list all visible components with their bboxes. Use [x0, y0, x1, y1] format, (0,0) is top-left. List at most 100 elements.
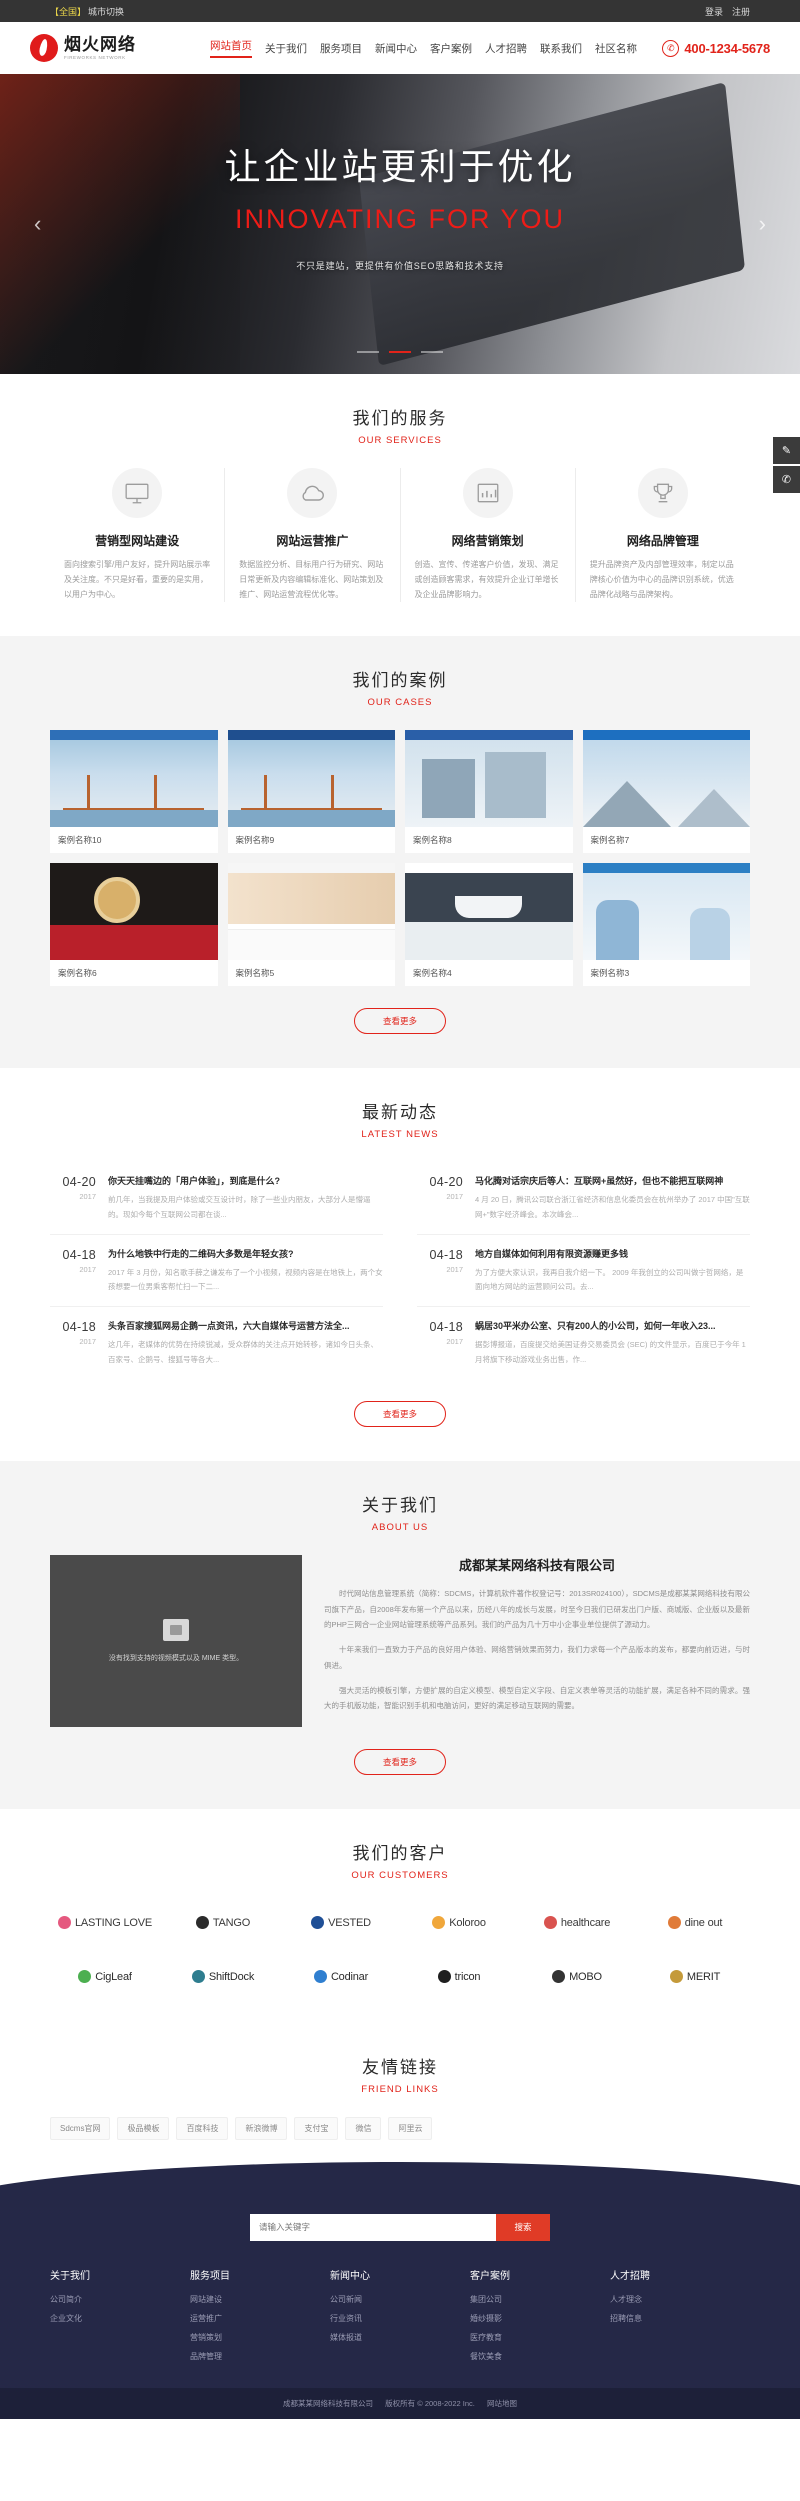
customer-name: TANGO	[212, 1916, 251, 1929]
carousel-dot[interactable]	[356, 351, 379, 353]
nav-item-3[interactable]: 新闻中心	[375, 41, 417, 56]
login-link[interactable]: 登录	[705, 5, 723, 18]
news-item[interactable]: 04-20 2017 你天天挂嘴边的「用户体验」，到底是什么? 前几年，当我提及用户体…	[50, 1162, 383, 1235]
carousel-dot[interactable]	[421, 351, 444, 353]
news-title[interactable]: 你天天挂嘴边的「用户体验」，到底是什么?	[108, 1174, 383, 1187]
news-year: 2017	[446, 1192, 463, 1202]
case-card-4[interactable]: 案例名称6	[50, 863, 218, 987]
news-item[interactable]: 04-20 2017 马化腾对话宗庆后等人：互联网+虽然好，但也不能把互联网神 4 月…	[417, 1162, 750, 1235]
news-more-button[interactable]: 查看更多	[354, 1400, 446, 1427]
footer-link[interactable]: 餐饮美食	[470, 2351, 610, 2362]
friend-link-4[interactable]: 支付宝	[294, 2116, 339, 2140]
nav-item-7[interactable]: 社区名称	[595, 41, 637, 56]
case-card-6[interactable]: 案例名称4	[405, 863, 573, 987]
search-input[interactable]	[250, 2213, 496, 2241]
footer-column-title[interactable]: 服务项目	[190, 2267, 330, 2282]
service-card-2[interactable]: 网络营销策划 创造、宣传、传递客户价值，发现、满足或创造顾客需求，有效提升企业订单…	[401, 468, 576, 603]
services-heading-en: OUR SERVICES	[358, 435, 442, 446]
customer-logo-4[interactable]: healthcare	[522, 1903, 632, 1943]
footer-column-title[interactable]: 客户案例	[470, 2267, 610, 2282]
case-caption: 案例名称3	[590, 968, 630, 979]
customer-logo-2[interactable]: VESTED	[286, 1903, 396, 1943]
case-card-5[interactable]: 案例名称5	[227, 863, 395, 987]
customer-logo-10[interactable]: MOBO	[522, 1957, 632, 1997]
footer-link[interactable]: 公司新闻	[330, 2294, 470, 2305]
customer-logo-0[interactable]: LASTING LOVE	[50, 1903, 160, 1943]
nav-item-6[interactable]: 联系我们	[540, 41, 582, 56]
news-item[interactable]: 04-18 2017 蜗居30平米办公室、只有200人的小公司，如何一年收入23..…	[417, 1307, 750, 1379]
footer-link[interactable]: 品牌管理	[190, 2351, 330, 2362]
nav-item-4[interactable]: 客户案例	[430, 41, 472, 56]
case-card-7[interactable]: 案例名称3	[582, 863, 750, 987]
customer-logo-5[interactable]: dine out	[640, 1903, 750, 1943]
phone-icon[interactable]: ✆	[773, 466, 800, 493]
nav-item-2[interactable]: 服务项目	[320, 41, 362, 56]
footer-link[interactable]: 运营推广	[190, 2313, 330, 2324]
footer-link[interactable]: 婚纱摄影	[470, 2313, 610, 2324]
news-item[interactable]: 04-18 2017 头条百家搜狐网易企鹅一点资讯，六大自媒体号运营方法全... 这几…	[50, 1307, 383, 1379]
nav-item-0[interactable]: 网站首页	[210, 38, 252, 58]
carousel-prev-icon[interactable]: ‹	[34, 211, 41, 237]
sitemap-link[interactable]: 网站地图	[487, 2399, 517, 2408]
footer-link[interactable]: 行业资讯	[330, 2313, 470, 2324]
friend-link-1[interactable]: 极品模板	[117, 2116, 170, 2140]
phone-icon: ✆	[662, 39, 680, 57]
register-link[interactable]: 注册	[732, 5, 750, 18]
case-card-0[interactable]: 案例名称10	[50, 730, 218, 854]
news-date: 04-18 2017	[417, 1247, 463, 1295]
news-item[interactable]: 04-18 2017 为什么地铁中行走的二维码大多数是年轻女孩? 2017 年 3 月…	[50, 1235, 383, 1308]
service-card-3[interactable]: 网络品牌管理 提升品牌资产及内部管理效率，制定以品牌核心价值为中心的品牌识别系统，…	[576, 468, 750, 602]
footer-link[interactable]: 企业文化	[50, 2313, 190, 2324]
nav-item-1[interactable]: 关于我们	[265, 41, 307, 56]
friend-link-6[interactable]: 阿里云	[388, 2116, 433, 2140]
footer-link[interactable]: 招聘信息	[610, 2313, 750, 2324]
carousel-next-icon[interactable]: ›	[759, 211, 766, 237]
customer-logo-7[interactable]: ShiftDock	[168, 1957, 278, 1997]
case-caption: 案例名称10	[58, 835, 102, 846]
customer-logo-11[interactable]: MERIT	[640, 1957, 750, 1997]
case-card-1[interactable]: 案例名称9	[227, 730, 395, 854]
news-title[interactable]: 为什么地铁中行走的二维码大多数是年轻女孩?	[108, 1247, 383, 1260]
city-switcher[interactable]: 【全国】 城市切换	[50, 5, 124, 18]
friend-link-3[interactable]: 新浪微博	[235, 2116, 288, 2140]
news-title[interactable]: 头条百家搜狐网易企鹅一点资讯，六大自媒体号运营方法全...	[108, 1319, 383, 1332]
services-list: 营销型网站建设 面向搜索引擎/用户友好，提升网站展示率及关注度。不只是好看，重要的…	[50, 468, 750, 603]
message-icon[interactable]: ✎	[773, 437, 800, 464]
footer-link[interactable]: 人才理念	[610, 2294, 750, 2305]
footer-column-title[interactable]: 人才招聘	[610, 2267, 750, 2282]
service-card-1[interactable]: 网站运营推广 数据监控分析、目标用户行为研究、网站日常更新及内容编辑标准化、网站策…	[225, 468, 401, 603]
customer-logo-6[interactable]: CigLeaf	[50, 1957, 160, 1997]
footer-link[interactable]: 网站建设	[190, 2294, 330, 2305]
news-title[interactable]: 地方自媒体如何利用有限资源赚更多钱	[475, 1247, 750, 1260]
carousel-dot-active[interactable]	[389, 351, 411, 353]
case-card-2[interactable]: 案例名称8	[405, 730, 573, 854]
friend-link-5[interactable]: 微信	[345, 2116, 382, 2140]
service-card-0[interactable]: 营销型网站建设 面向搜索引擎/用户友好，提升网站展示率及关注度。不只是好看，重要的…	[50, 468, 226, 603]
footer-link[interactable]: 公司简介	[50, 2294, 190, 2305]
news-item[interactable]: 04-18 2017 地方自媒体如何利用有限资源赚更多钱 为了方便大家认识，我再自我介…	[417, 1235, 750, 1308]
nav-item-5[interactable]: 人才招聘	[485, 41, 527, 56]
customer-logo-9[interactable]: tricon	[404, 1957, 514, 1997]
footer-column-title[interactable]: 新闻中心	[330, 2267, 470, 2282]
footer-column-title[interactable]: 关于我们	[50, 2267, 190, 2282]
site-logo[interactable]: 烟火网络 FIREWORKS NETWORK	[30, 34, 210, 62]
cases-more-button[interactable]: 查看更多	[354, 1008, 446, 1035]
footer-link[interactable]: 医疗教育	[470, 2332, 610, 2343]
customer-logo-8[interactable]: Codinar	[286, 1957, 396, 1997]
footer-link[interactable]: 营销策划	[190, 2332, 330, 2343]
news-date: 04-20 2017	[417, 1174, 463, 1222]
footer-link[interactable]: 集团公司	[470, 2294, 610, 2305]
search-button[interactable]: 搜索	[496, 2213, 550, 2241]
news-title[interactable]: 蜗居30平米办公室、只有200人的小公司，如何一年收入23...	[475, 1319, 750, 1332]
service-title: 营销型网站建设	[95, 534, 180, 548]
friend-link-0[interactable]: Sdcms官网	[50, 2116, 111, 2140]
friend-link-2[interactable]: 百度科技	[176, 2116, 229, 2140]
footer-link[interactable]: 媒体报道	[330, 2332, 470, 2343]
customer-logo-1[interactable]: TANGO	[168, 1903, 278, 1943]
case-caption: 案例名称8	[413, 835, 452, 846]
customer-logo-3[interactable]: Koloroo	[404, 1903, 514, 1943]
about-more-button[interactable]: 查看更多	[354, 1748, 446, 1775]
case-card-3[interactable]: 案例名称7	[582, 730, 750, 854]
footer-wave-divider	[0, 2161, 800, 2188]
news-title[interactable]: 马化腾对话宗庆后等人：互联网+虽然好，但也不能把互联网神	[475, 1174, 750, 1187]
